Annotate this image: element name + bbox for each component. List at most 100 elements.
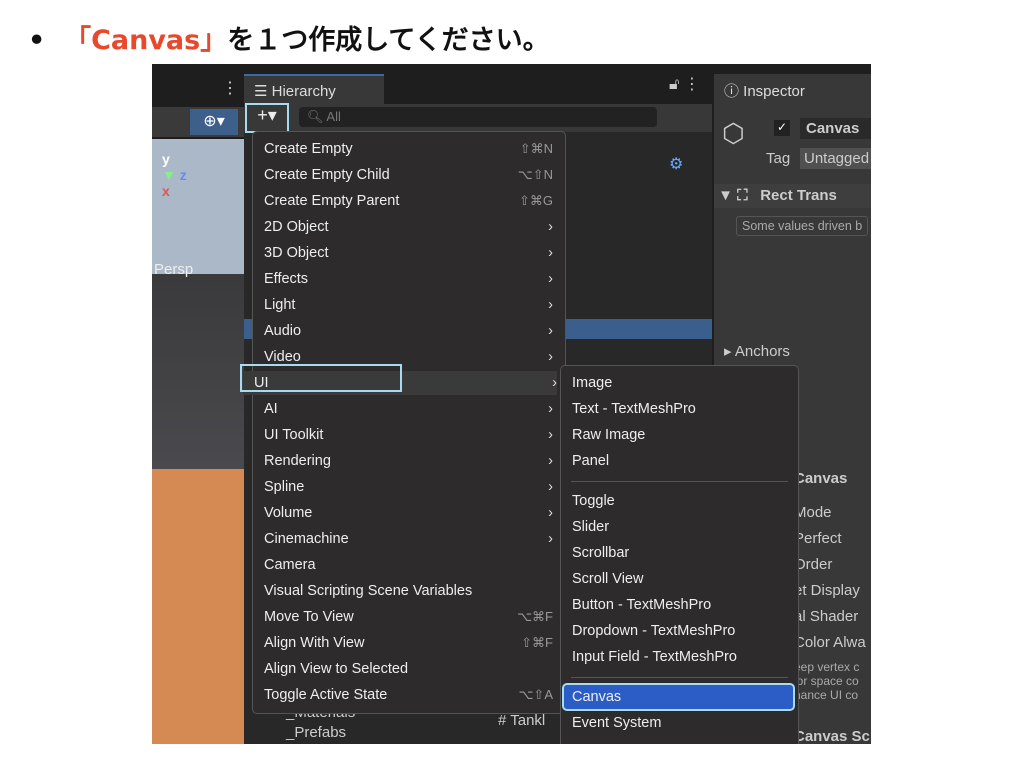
lock-icon[interactable]: 🔓︎ ⋮ — [669, 74, 700, 94]
unity-editor-screenshot: y ▼ zx Persp ⊕▾ ⋮ ☰ Hierarchy +▾ 🔍︎ All 🔓… — [152, 64, 871, 744]
chevron-right-icon: › — [548, 271, 553, 287]
folder-prefabs[interactable]: _Prefabs — [286, 724, 346, 741]
instruction-open: 「 — [64, 25, 92, 56]
note-line: lor space co — [794, 674, 859, 688]
field-label: Perfect — [794, 530, 842, 547]
menu-item[interactable]: Toggle Active State ⌥⇧A — [264, 683, 553, 707]
bullet: • — [28, 25, 46, 56]
submenu-item[interactable]: Toggle — [572, 489, 786, 513]
menu-item[interactable]: Volume › — [264, 501, 553, 525]
instruction-highlight: Canvas — [91, 25, 201, 56]
menu-item-label: Align With View — [264, 635, 365, 651]
menu-item[interactable]: Effects › — [264, 267, 553, 291]
menu-item[interactable]: Light › — [264, 293, 553, 317]
submenu-item[interactable]: Scroll View — [572, 567, 786, 591]
submenu-item[interactable]: Slider — [572, 515, 786, 539]
gameobject-cube-icon: ⬡ — [722, 118, 745, 148]
object-name-field[interactable]: Canvas — [800, 118, 871, 139]
search-input[interactable]: 🔍︎ All — [299, 107, 657, 127]
field-label: Order — [794, 556, 833, 573]
shortcut: ⌥⇧N — [517, 167, 553, 182]
gizmo-axes-icon[interactable]: y ▼ zx — [162, 151, 187, 199]
chevron-right-icon: › — [552, 375, 557, 391]
gizmo-toggle-button[interactable]: ⊕▾ — [190, 109, 238, 135]
chevron-right-icon: › — [548, 427, 553, 443]
submenu-item[interactable]: Event System — [572, 711, 786, 735]
menu-item-label: Visual Scripting Scene Variables — [264, 583, 473, 599]
canvas-note: eep vertex c lor space co hance UI co — [794, 660, 859, 702]
submenu-item[interactable]: Image — [572, 371, 786, 395]
submenu-item[interactable]: Scrollbar — [572, 541, 786, 565]
menu-item[interactable]: Create Empty Parent ⇧⌘G — [264, 189, 553, 213]
menu-item-label: Audio — [264, 323, 302, 339]
tab-hierarchy[interactable]: ☰ Hierarchy — [244, 74, 384, 106]
chevron-right-icon: › — [548, 401, 553, 417]
menu-item[interactable]: Align View to Selected — [264, 657, 553, 681]
script-item-label: Tankl — [510, 712, 546, 729]
field-label: al Shader — [794, 608, 859, 625]
menu-item[interactable]: Spline › — [264, 475, 553, 499]
menu-item[interactable]: Audio › — [264, 319, 553, 343]
search-placeholder: All — [326, 109, 341, 124]
menu-item[interactable]: Create Empty ⇧⌘N — [264, 137, 553, 161]
menu-item-label: Rendering — [264, 453, 331, 469]
ui-submenu: Image Text - TextMeshPro Raw Image Panel Tog… — [560, 365, 799, 744]
menu-item[interactable]: AI › — [264, 397, 553, 421]
menu-item[interactable]: Cinemachine › — [264, 527, 553, 551]
menu-item[interactable]: Rendering › — [264, 449, 553, 473]
more-icon[interactable]: ⋮ — [222, 78, 238, 98]
menu-item[interactable]: 3D Object › — [264, 241, 553, 265]
chevron-right-icon: › — [548, 245, 553, 261]
tab-label: Inspector — [743, 83, 805, 100]
submenu-item[interactable]: Button - TextMeshPro — [572, 593, 786, 617]
chevron-right-icon: › — [548, 479, 553, 495]
canvas-scaler-header[interactable]: Canvas Sc — [794, 728, 870, 744]
menu-item-label: Volume — [264, 505, 313, 521]
menu-item[interactable]: UI Toolkit › — [264, 423, 553, 447]
field-label: Color Alwa — [794, 634, 866, 651]
menu-item[interactable]: Move To View ⌥⌘F — [264, 605, 553, 629]
submenu-item[interactable]: Text - TextMeshPro — [572, 397, 786, 421]
menu-item[interactable]: Create Empty Child ⌥⇧N — [264, 163, 553, 187]
tag-dropdown[interactable]: Untagged — [800, 148, 871, 169]
anchors-foldout[interactable]: ▸ Anchors — [724, 342, 790, 360]
rect-transform-header[interactable]: ▼ ⛶ Rect Trans — [714, 184, 871, 208]
menu-item[interactable]: Align With View ⇧⌘F — [264, 631, 553, 655]
menu-item-label: Create Empty Child — [264, 167, 390, 183]
menu-item-label: 2D Object — [264, 219, 329, 235]
shortcut: ⇧⌘G — [518, 193, 553, 208]
chevron-right-icon: › — [548, 297, 553, 313]
separator — [571, 481, 788, 482]
shortcut: ⌥⌘F — [517, 609, 553, 624]
chevron-right-icon: › — [548, 453, 553, 469]
chevron-right-icon: › — [548, 323, 553, 339]
menu-item[interactable]: Visual Scripting Scene Variables — [264, 579, 553, 603]
canvas-fields: Mode Perfect Order et Display al Shader … — [794, 500, 866, 656]
shortcut: ⇧⌘F — [521, 635, 553, 650]
field-label: Mode — [794, 504, 832, 521]
menu-item[interactable]: Camera — [264, 553, 553, 577]
add-button[interactable]: +▾ — [245, 103, 289, 133]
submenu-item[interactable]: Raw Image — [572, 423, 786, 447]
chevron-right-icon: › — [548, 505, 553, 521]
script-item[interactable]: # Tankl — [498, 712, 545, 729]
chevron-right-icon: › — [548, 349, 553, 365]
canvas-header[interactable]: Canvas — [794, 470, 847, 487]
prefab-icon: ⚙ — [669, 156, 684, 173]
instruction-title: • 「Canvas」を１つ作成してください。 — [28, 18, 550, 57]
menu-item-label: 3D Object — [264, 245, 329, 261]
submenu-item[interactable]: Panel — [572, 449, 786, 473]
chevron-right-icon: › — [548, 219, 553, 235]
menu-item-label: Camera — [264, 557, 316, 573]
scene-view[interactable]: y ▼ zx Persp — [152, 139, 244, 744]
chevron-right-icon: › — [548, 531, 553, 547]
submenu-item[interactable]: Canvas — [562, 683, 795, 711]
tab-inspector[interactable]: ⓘ Inspector — [714, 74, 852, 107]
instruction-close: 」 — [200, 25, 228, 56]
menu-item[interactable]: 2D Object › — [264, 215, 553, 239]
shortcut: ⌥⇧A — [518, 687, 553, 702]
active-checkbox[interactable]: ✓ — [774, 120, 790, 136]
submenu-item[interactable]: Dropdown - TextMeshPro — [572, 619, 786, 643]
tag-label: Tag — [766, 150, 791, 167]
submenu-item[interactable]: Input Field - TextMeshPro — [572, 645, 786, 669]
